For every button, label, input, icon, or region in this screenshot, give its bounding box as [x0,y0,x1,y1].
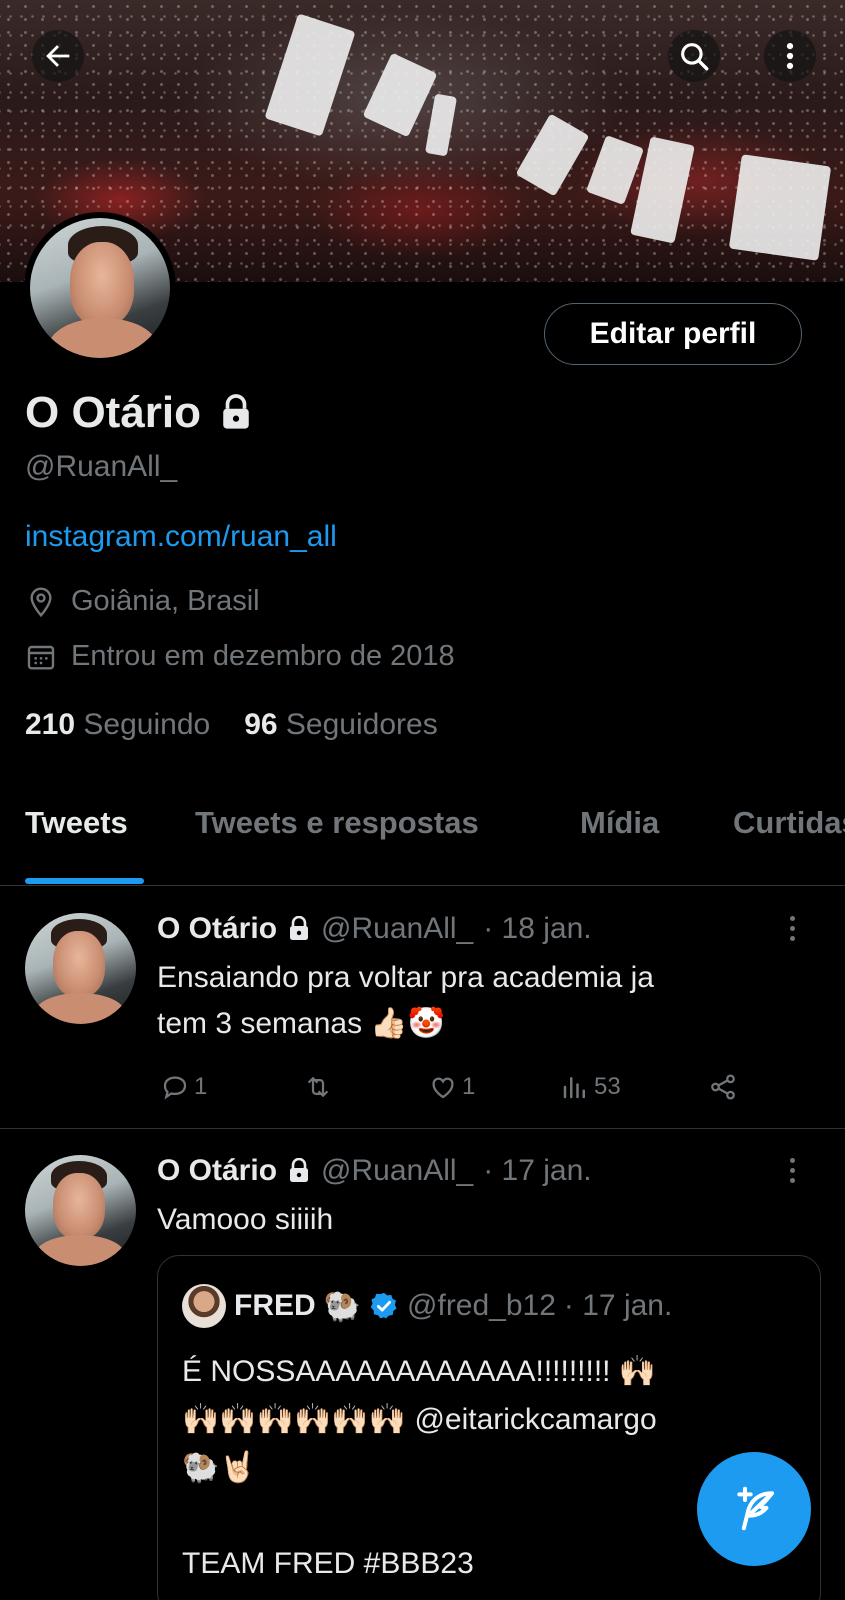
banner-flag [728,154,832,261]
location-pin-icon [30,586,52,617]
followers-count: 96 [244,708,278,741]
retweet-icon [308,1077,328,1097]
like-button[interactable]: 1 [428,1072,475,1102]
share-icon [711,1074,735,1100]
quoted-author-name-emoji: 🐏 [323,1289,362,1323]
reply-button[interactable]: 1 [160,1072,207,1102]
tweet-author-name[interactable]: O Otário [157,1154,277,1188]
quoted-tweet-date: · 17 jan. [563,1289,673,1322]
profile-joined: Entrou em dezembro de 2018 [25,640,455,673]
more-options-button[interactable] [764,30,816,82]
tweet-divider [0,1128,845,1129]
quoted-text-line: TEAM FRED #BBB23 [182,1547,474,1580]
tweet-more-button[interactable] [777,913,807,943]
profile-avatar[interactable] [24,212,176,364]
like-count: 1 [462,1073,476,1100]
tweet-text-line: tem 3 semanas 👍🏻🤡 [157,1007,446,1040]
followers-link[interactable]: 96 Seguidores [244,708,438,742]
lock-icon [223,394,249,429]
views-button[interactable]: 53 [560,1072,621,1102]
search-button[interactable] [668,30,720,82]
tweet-author-handle[interactable]: @RuanAll_ [321,1154,473,1188]
reply-icon [163,1076,187,1100]
quoted-text-line: 🙌🏻🙌🏻🙌🏻🙌🏻🙌🏻🙌🏻 @eitarickcamargo [182,1403,657,1436]
tweet-text: Vamooo siiiih [157,1203,334,1236]
back-arrow-icon [46,45,70,67]
location-text: Goiânia, Brasil [71,585,260,617]
followers-label: Seguidores [285,708,438,741]
tweet-text: Ensaiando pra voltar pra academia ja tem… [157,955,797,1047]
follow-stats: 210 Seguindo 96 Seguidores [25,708,438,742]
tweet-text-line: Ensaiando pra voltar pra academia ja [157,961,654,994]
profile-name: O Otário [25,388,253,438]
joined-text: Entrou em dezembro de 2018 [71,640,455,672]
heart-icon [432,1077,454,1099]
retweet-button[interactable] [302,1072,334,1102]
tab-likes[interactable]: Curtidas [733,790,845,841]
profile-tabs: Tweets Tweets e respostas Mídia Curtidas [0,790,845,886]
search-icon [681,43,709,71]
profile-name-text: O Otário [25,388,202,437]
share-button[interactable] [708,1072,738,1102]
views-count: 53 [594,1073,621,1100]
avatar-image [30,218,170,358]
views-icon [563,1077,585,1099]
calendar-icon [27,645,55,670]
lock-icon [290,916,309,940]
active-tab-indicator [25,878,144,884]
quoted-tweet-text: É NOSSAAAAAAAAAAAA!!!!!!!!! 🙌🏻 🙌🏻🙌🏻🙌🏻🙌🏻🙌… [182,1348,802,1588]
following-count: 210 [25,708,76,741]
tweet-header: O Otário @RuanAll_ · 17 jan. [157,1154,592,1188]
profile-location: Goiânia, Brasil [25,585,260,618]
profile-website-link[interactable]: instagram.com/ruan_all [25,520,337,554]
tweet-author-handle[interactable]: @RuanAll_ [321,912,473,946]
tweet-author-name[interactable]: O Otário [157,912,277,946]
reply-count: 1 [194,1073,208,1100]
compose-tweet-button[interactable] [697,1452,811,1566]
tweet-avatar[interactable] [25,1155,136,1266]
tab-tweets[interactable]: Tweets [25,790,128,841]
back-button[interactable] [32,30,84,82]
tweet-header: O Otário @RuanAll_ · 18 jan. [157,912,592,946]
profile-handle: @RuanAll_ [25,450,178,483]
edit-profile-button[interactable]: Editar perfil [544,303,802,365]
lock-icon [290,1158,309,1182]
quoted-text-line: É NOSSAAAAAAAAAAAA!!!!!!!!! 🙌🏻 [182,1355,657,1388]
quoted-tweet-header: FRED 🐏 @fred_b12 · 17 jan. [182,1284,672,1328]
quoted-author-handle: @fred_b12 [407,1289,556,1322]
more-vertical-icon [786,42,794,70]
quoted-author-name: FRED [234,1289,316,1322]
verified-badge-icon [370,1292,397,1319]
tweet-avatar[interactable] [25,913,136,1024]
following-label: Seguindo [83,708,211,741]
tweet-more-button[interactable] [777,1155,807,1185]
tab-tweets-and-replies[interactable]: Tweets e respostas [195,790,479,841]
tweet-date[interactable]: · 17 jan. [483,1154,591,1188]
quoted-author-avatar [182,1284,226,1328]
compose-tweet-icon [737,1486,775,1531]
tweet-date[interactable]: · 18 jan. [483,912,591,946]
following-link[interactable]: 210 Seguindo [25,708,210,742]
tab-media[interactable]: Mídia [580,790,659,841]
